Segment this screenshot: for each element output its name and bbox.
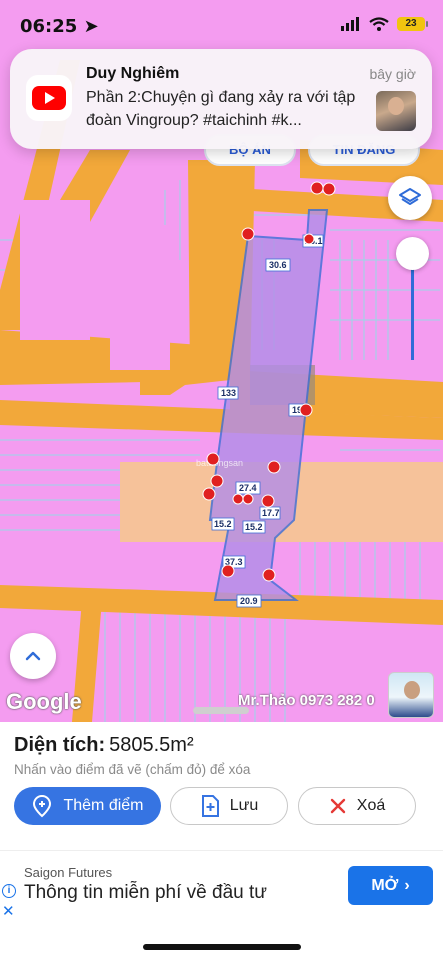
battery-icon: 23 (397, 17, 428, 31)
area-readout: Diện tích: 5805.5m² (14, 734, 194, 757)
map-pin (261, 494, 275, 508)
delete-button[interactable]: Xoá (298, 787, 416, 825)
map-pin (310, 181, 324, 195)
youtube-logo-icon (26, 75, 72, 121)
center-watermark: batdongsan (196, 458, 243, 468)
opacity-slider-track[interactable] (411, 268, 414, 360)
ad-title: Thông tin miễn phí về đầu tư (24, 882, 267, 903)
wifi-icon (369, 17, 389, 31)
map-pin (202, 487, 216, 501)
ad-source: Saigon Futures (24, 865, 113, 880)
delete-label: Xoá (356, 797, 386, 814)
chevron-right-icon: › (404, 876, 410, 894)
ad-close-icon[interactable]: ✕ (2, 902, 15, 920)
drag-handle[interactable] (193, 707, 249, 714)
contact-watermark: Mr.Thảo 0973 282 0 (238, 692, 375, 709)
notification-banner[interactable]: Duy Nghiêm bây giờ Phần 2:Chuyện gì đang… (10, 49, 432, 149)
save-file-icon (201, 795, 219, 817)
map-pin (206, 452, 220, 466)
dim-label: 133 (221, 388, 236, 398)
agent-avatar[interactable] (388, 672, 434, 718)
ad-open-button[interactable]: MỞ › (348, 866, 433, 905)
map-pin (262, 568, 276, 582)
dim-label: 20.9 (240, 596, 258, 606)
map-pin (232, 493, 244, 505)
home-indicator (143, 944, 301, 950)
layers-button[interactable] (388, 176, 432, 220)
area-label: Diện tích: (14, 734, 106, 756)
map-pin (241, 227, 255, 241)
dim-label: 17.7 (262, 508, 280, 518)
map-pin (322, 182, 336, 196)
google-logo: Google (6, 689, 82, 714)
add-location-icon (33, 794, 52, 818)
save-button[interactable]: Lưu (170, 787, 288, 825)
map-pin (299, 403, 313, 417)
add-point-label: Thêm điểm (63, 797, 144, 814)
opacity-slider-knob[interactable] (396, 237, 429, 270)
close-icon (330, 798, 345, 814)
location-arrow-icon: ➤ (83, 16, 99, 37)
expand-up-button[interactable] (10, 633, 56, 679)
status-icons: 23 (341, 17, 428, 31)
add-point-button[interactable]: Thêm điểm (14, 787, 161, 825)
notification-title: Duy Nghiêm (86, 65, 180, 82)
map-pin (221, 564, 235, 578)
map-pin (303, 233, 315, 245)
status-bar: 06:25 ➤ 23 (0, 0, 443, 52)
map-pin (210, 474, 224, 488)
status-time: 06:25 ➤ (20, 16, 99, 37)
map-pin (242, 493, 254, 505)
chevron-up-icon (25, 651, 41, 661)
cellular-signal-icon (341, 17, 359, 31)
hint-text: Nhấn vào điểm đã vẽ (chấm đỏ) để xóa (14, 762, 251, 777)
area-value: 5805.5m² (109, 734, 194, 756)
notification-time: bây giờ (369, 66, 416, 82)
measurement-panel (0, 722, 443, 960)
notification-body: Phần 2:Chuyện gì đang xảy ra với tập đoà… (86, 89, 356, 129)
dim-label: 15.2 (214, 519, 232, 529)
ad-info-icon[interactable]: i (2, 884, 16, 898)
dim-label: 27.4 (239, 483, 257, 493)
map-pin (267, 460, 281, 474)
ad-open-label: MỞ (371, 876, 399, 894)
dim-label: 15.2 (245, 522, 263, 532)
save-label: Lưu (229, 797, 259, 814)
notification-thumbnail (376, 91, 416, 131)
dim-label: 30.6 (269, 260, 287, 270)
layers-icon (399, 188, 421, 205)
